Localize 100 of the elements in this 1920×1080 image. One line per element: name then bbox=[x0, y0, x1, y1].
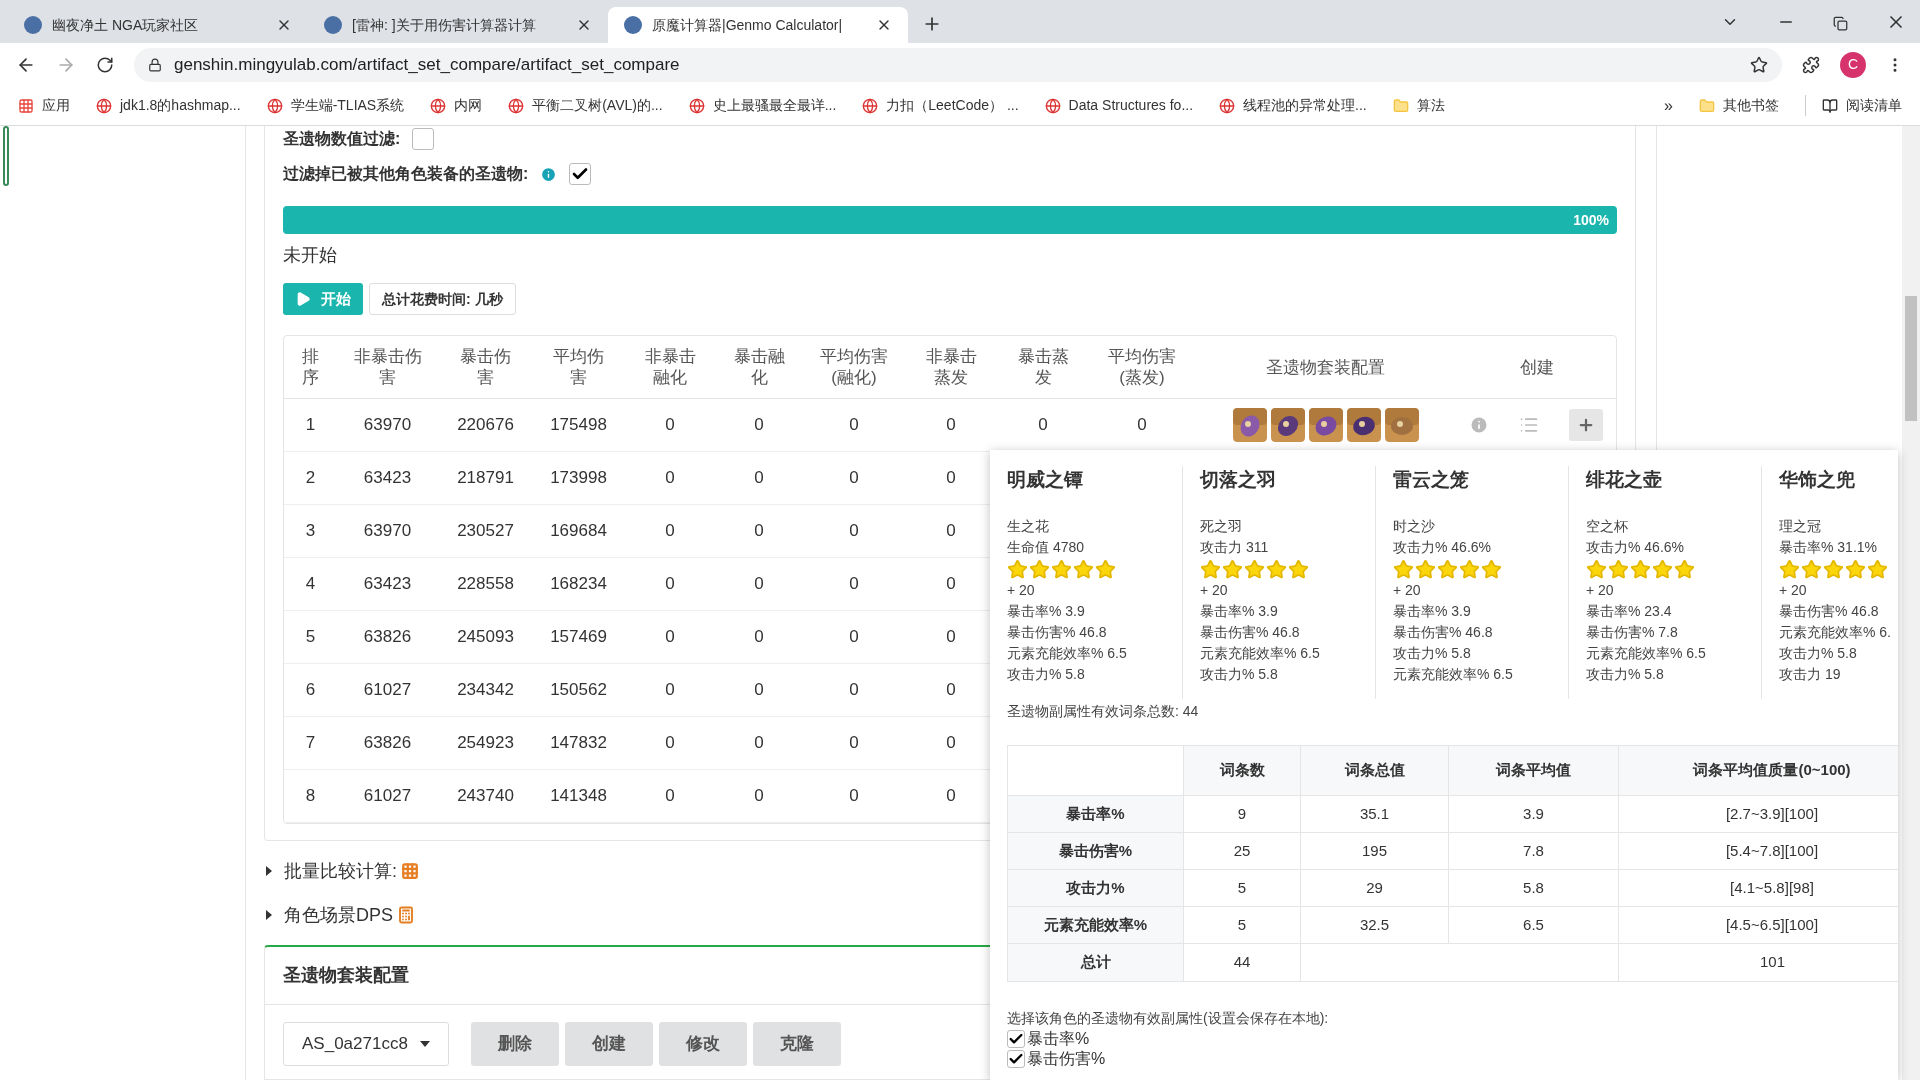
table-cell-text: 63826 bbox=[363, 626, 412, 649]
bookmark-label: 线程池的异常处理... bbox=[1243, 96, 1367, 115]
artifact-icon[interactable] bbox=[1346, 408, 1381, 442]
bookmark[interactable]: jdk1.8的hashmap... bbox=[96, 95, 241, 116]
site-icon bbox=[1044, 97, 1061, 114]
config-button[interactable]: 修改 bbox=[658, 1022, 747, 1066]
table-cell-text: 243740 bbox=[457, 785, 514, 808]
site-icon bbox=[508, 97, 525, 114]
star-icon bbox=[1029, 558, 1050, 580]
star-icon bbox=[1481, 558, 1502, 580]
config-dropdown[interactable]: AS_0a271cc8 bbox=[283, 1022, 449, 1066]
table-cell-text: 6 bbox=[305, 679, 316, 702]
bookmark-star-icon[interactable] bbox=[1750, 55, 1768, 74]
table-cell-text: 228558 bbox=[457, 573, 514, 596]
prompt-text: 选择该角色的圣遗物有效副属性(设置会保存在本地): bbox=[1006, 1009, 1330, 1028]
artifact-name: 切落之羽 bbox=[1200, 468, 1277, 492]
bookmark[interactable]: 内网 bbox=[430, 95, 483, 116]
table-cell-text: 141348 bbox=[550, 785, 607, 808]
checkbox[interactable] bbox=[1007, 1030, 1025, 1048]
config-button[interactable]: 创建 bbox=[564, 1022, 653, 1066]
site-icon bbox=[1219, 97, 1236, 114]
column-header: 词条平均值 bbox=[1496, 760, 1571, 781]
bookmark-label: Data Structures fo... bbox=[1068, 96, 1194, 115]
main-stat: 生命值 4780 bbox=[1007, 538, 1086, 557]
bookmark[interactable]: 阅读清单 bbox=[1805, 95, 1902, 116]
folder-icon bbox=[1392, 97, 1409, 114]
profile-avatar[interactable]: C bbox=[1840, 51, 1866, 78]
table-cell-text: 0 bbox=[849, 467, 859, 490]
bookmark[interactable]: 平衡二叉树(AVL)的... bbox=[508, 95, 663, 116]
star-icon bbox=[1051, 558, 1072, 580]
extensions-icon[interactable] bbox=[1802, 55, 1820, 74]
bookmark[interactable]: 其他书签 bbox=[1699, 95, 1779, 116]
table-cell-text: 9 bbox=[1237, 803, 1247, 824]
table-cell-text: 0 bbox=[849, 732, 859, 755]
column-header: 非暴击融化 bbox=[643, 346, 697, 388]
table-cell-text: 0 bbox=[754, 626, 764, 649]
table-cell-text: 0 bbox=[849, 573, 859, 596]
table-cell-text: 0 bbox=[946, 467, 956, 490]
checkbox[interactable] bbox=[412, 128, 435, 150]
artifact-icon[interactable] bbox=[1308, 408, 1343, 442]
config-button[interactable]: 克隆 bbox=[752, 1022, 841, 1066]
star-icon bbox=[1244, 558, 1265, 580]
substat: 攻击力% 5.8 bbox=[1200, 665, 1279, 684]
filter-label: 圣遗物数值过滤: bbox=[283, 129, 401, 149]
star-icon bbox=[1007, 558, 1028, 580]
info-icon[interactable] bbox=[540, 165, 558, 183]
elapsed-time-button[interactable]: 总计花费时间: 几秒 bbox=[369, 283, 516, 315]
star-icon bbox=[1437, 558, 1458, 580]
restore-icon[interactable] bbox=[1833, 16, 1848, 31]
plus-icon bbox=[1577, 416, 1595, 434]
checkbox[interactable] bbox=[569, 163, 592, 185]
config-button[interactable]: 删除 bbox=[470, 1022, 559, 1066]
bookmark[interactable]: Data Structures fo... bbox=[1044, 95, 1194, 116]
star-icon bbox=[1801, 558, 1822, 580]
star-icon bbox=[1674, 558, 1695, 580]
filter-label: 过滤掉已被其他角色装备的圣遗物: bbox=[283, 164, 529, 184]
address-bar[interactable]: genshin.mingyulab.com/artifact_set_compare/artifact_set_compare bbox=[134, 47, 1782, 82]
site-icon bbox=[688, 97, 705, 114]
bookmark[interactable]: 线程池的异常处理... bbox=[1219, 95, 1367, 116]
bookmark-label: 学生端-TLIAS系统 bbox=[290, 96, 405, 115]
table-cell-text: 0 bbox=[665, 732, 675, 755]
bookmark-label: 史上最骚最全最详... bbox=[712, 96, 837, 115]
browser-tab[interactable]: 原魔计算器|Genmo Calculator| bbox=[608, 7, 908, 43]
bookmark[interactable]: 算法 bbox=[1392, 95, 1445, 116]
scrollbar[interactable] bbox=[1902, 126, 1920, 1080]
artifact-name: 绯花之壶 bbox=[1586, 468, 1663, 492]
bookmark[interactable]: 力扣（LeetCode） ... bbox=[862, 95, 1019, 116]
table-cell-text: 0 bbox=[665, 414, 675, 437]
table-cell-text: 0 bbox=[754, 732, 764, 755]
star-icon bbox=[1586, 558, 1607, 580]
substat: 暴击率% 3.9 bbox=[1200, 602, 1279, 621]
table-cell-text: 230527 bbox=[457, 520, 514, 543]
checkbox[interactable] bbox=[1007, 1050, 1025, 1068]
bookmark[interactable]: 史上最骚最全最详... bbox=[688, 95, 837, 116]
substat: 暴击伤害% 46.8 bbox=[1393, 623, 1494, 642]
artifact-icon[interactable] bbox=[1270, 408, 1305, 442]
table-cell-text: 7 bbox=[305, 732, 316, 755]
column-header: 词条平均值质量(0~100) bbox=[1693, 760, 1851, 781]
bookmark-label: 平衡二叉树(AVL)的... bbox=[532, 96, 663, 115]
tab-favicon-icon bbox=[24, 16, 42, 34]
table-cell-text: [5.4~7.8][100] bbox=[1725, 840, 1819, 861]
bookmark[interactable]: 应用 bbox=[18, 95, 70, 116]
artifact-name: 华饰之兜 bbox=[1779, 468, 1856, 492]
artifact-icon[interactable] bbox=[1232, 408, 1267, 442]
progress-label: 100% bbox=[1573, 210, 1609, 230]
add-button[interactable] bbox=[1569, 409, 1603, 441]
table-cell-text: 0 bbox=[849, 679, 859, 702]
bookmark-label: 算法 bbox=[1416, 96, 1445, 115]
main-stat: 攻击力% 46.6% bbox=[1393, 538, 1493, 557]
bookmark[interactable]: 学生端-TLIAS系统 bbox=[266, 95, 405, 116]
more-bookmarks[interactable]: » bbox=[1664, 93, 1673, 118]
table-cell-text: 35.1 bbox=[1359, 803, 1390, 824]
table-cell-text: 61027 bbox=[363, 785, 412, 808]
star-icon bbox=[1652, 558, 1673, 580]
tab-title: 原魔计算器|Genmo Calculator| bbox=[652, 15, 844, 35]
table-cell-text: 44 bbox=[1233, 952, 1251, 973]
column-header: 暴击融化 bbox=[732, 346, 786, 388]
substat: 攻击力% 5.8 bbox=[1779, 644, 1858, 663]
reload-icon[interactable] bbox=[96, 55, 114, 74]
substat: 攻击力 19 bbox=[1779, 665, 1842, 684]
